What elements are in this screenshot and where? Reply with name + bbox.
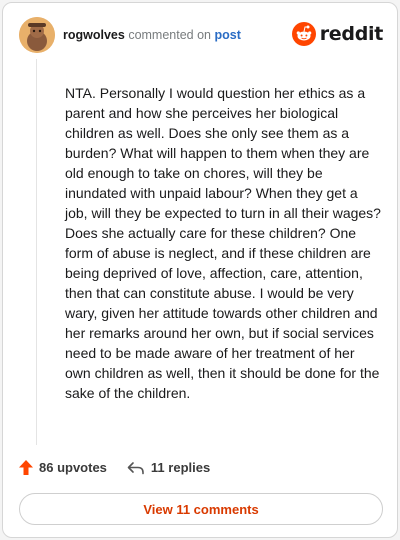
replies-stat[interactable]: 11 replies [127, 460, 210, 475]
reddit-wordmark: reddit [319, 23, 384, 45]
post-link[interactable]: post [214, 28, 240, 42]
comment-stats: 86 upvotes 11 replies [19, 460, 210, 475]
comment-body: NTA. Personally I would question her eth… [65, 85, 381, 401]
avatar-icon [19, 17, 55, 53]
thread-line [36, 59, 37, 445]
username-link[interactable]: rogwolves [63, 28, 125, 42]
reddit-logo[interactable]: reddit [291, 22, 384, 46]
action-text: commented on [128, 28, 211, 42]
comment-card: rogwolves commented on post reddit NTA. … [2, 2, 398, 538]
upvotes-count: 86 upvotes [39, 460, 107, 475]
replies-count: 11 replies [150, 460, 211, 475]
view-comments-button[interactable]: View 11 comments [19, 493, 383, 525]
reply-arrow-icon [127, 461, 144, 474]
upvotes-stat[interactable]: 86 upvotes [19, 460, 107, 475]
comment-header: rogwolves commented on post [63, 28, 241, 42]
user-avatar[interactable] [19, 17, 55, 53]
upvote-arrow-icon [19, 460, 33, 475]
reddit-snoo-icon [291, 22, 316, 46]
